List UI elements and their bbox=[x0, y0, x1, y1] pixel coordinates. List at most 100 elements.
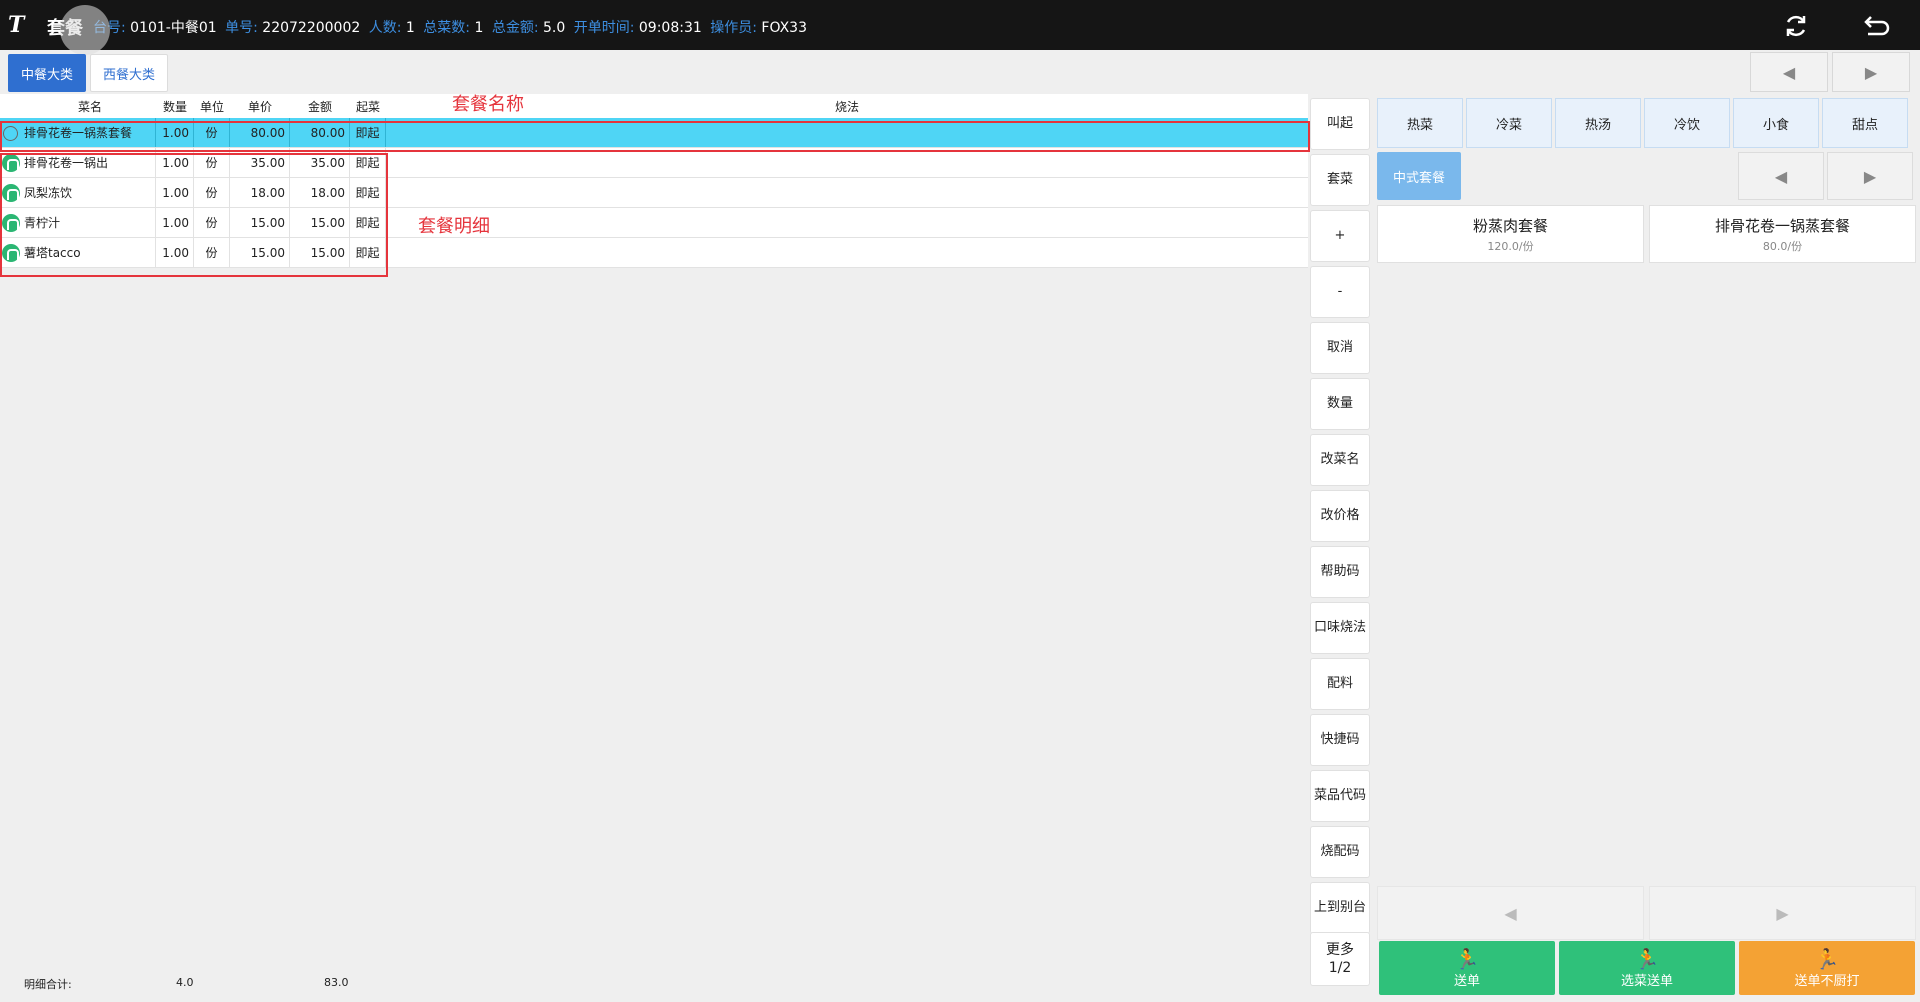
set-menu-button[interactable]: 套菜 bbox=[1310, 154, 1370, 206]
table-no-value: 0101-中餐01 bbox=[130, 20, 217, 36]
operator-value: FOX33 bbox=[761, 20, 807, 36]
dish-icon bbox=[2, 154, 20, 172]
order-no-label: 单号: bbox=[225, 20, 258, 36]
row-amount: 15.00 bbox=[290, 238, 350, 267]
row-price: 15.00 bbox=[230, 208, 290, 237]
send-order-button[interactable]: 🏃 送单 bbox=[1379, 941, 1555, 995]
row-name: 薯塔tacco bbox=[0, 238, 156, 267]
dish-icon bbox=[2, 214, 20, 232]
type-desserts[interactable]: 甜点 bbox=[1822, 98, 1908, 148]
send-no-print-button[interactable]: 🏃 送单不厨打 bbox=[1739, 941, 1915, 995]
decrease-button[interactable]: - bbox=[1310, 266, 1370, 318]
row-amount: 18.00 bbox=[290, 178, 350, 207]
method-code-button[interactable]: 烧配码 bbox=[1310, 826, 1370, 878]
row-unit: 份 bbox=[194, 118, 230, 147]
row-name: 排骨花卷一锅蒸套餐 bbox=[0, 118, 156, 147]
row-name: 青柠汁 bbox=[0, 208, 156, 237]
tab-chinese-food[interactable]: 中餐大类 bbox=[8, 54, 86, 92]
row-method bbox=[386, 118, 1308, 147]
cancel-button[interactable]: 取消 bbox=[1310, 322, 1370, 374]
totals-bar: 明细合计: 4.0 83.0 bbox=[0, 972, 1310, 994]
row-price: 80.00 bbox=[230, 118, 290, 147]
quantity-button[interactable]: 数量 bbox=[1310, 378, 1370, 430]
runner-icon: 🏃 bbox=[1814, 946, 1840, 971]
guest-count-value: 1 bbox=[405, 20, 415, 36]
table-row[interactable]: 青柠汁 1.00 份 15.00 15.00 即起 bbox=[0, 208, 1308, 238]
category-tabs: 中餐大类 西餐大类 bbox=[8, 54, 168, 92]
help-code-button[interactable]: 帮助码 bbox=[1310, 546, 1370, 598]
row-amount: 15.00 bbox=[290, 208, 350, 237]
dish-card[interactable]: 粉蒸肉套餐 120.0/份 bbox=[1377, 205, 1644, 263]
sub-category-row: 中式套餐 bbox=[1377, 152, 1461, 200]
more-button[interactable]: 更多 1/2 bbox=[1310, 932, 1370, 986]
type-cold-drinks[interactable]: 冷饮 bbox=[1644, 98, 1730, 148]
row-name: 排骨花卷一锅出 bbox=[0, 148, 156, 177]
refresh-icon[interactable] bbox=[1778, 10, 1814, 42]
set-detail-annotation: 套餐明细 bbox=[418, 216, 490, 237]
row-price: 35.00 bbox=[230, 148, 290, 177]
row-qty: 1.00 bbox=[156, 118, 194, 147]
sub-category-chinese-set[interactable]: 中式套餐 bbox=[1377, 152, 1461, 200]
dish-name: 排骨花卷一锅蒸套餐 bbox=[1714, 216, 1850, 235]
table-row[interactable]: 排骨花卷一锅出 1.00 份 35.00 35.00 即起 bbox=[0, 148, 1308, 178]
back-icon[interactable] bbox=[1858, 10, 1894, 42]
type-next-button[interactable]: ▶ bbox=[1827, 152, 1913, 200]
row-amount: 35.00 bbox=[290, 148, 350, 177]
col-amount-header: 金额 bbox=[307, 99, 332, 114]
type-prev-button[interactable]: ◀ bbox=[1738, 152, 1824, 200]
type-snacks[interactable]: 小食 bbox=[1733, 98, 1819, 148]
row-name: 凤梨冻饮 bbox=[0, 178, 156, 207]
type-hot-soup[interactable]: 热汤 bbox=[1555, 98, 1641, 148]
row-serve: 即起 bbox=[350, 178, 386, 207]
dish-card[interactable]: 排骨花卷一锅蒸套餐 80.0/份 bbox=[1649, 205, 1916, 263]
open-time-label: 开单时间: bbox=[573, 20, 635, 36]
col-method-header: 烧法 bbox=[834, 99, 859, 114]
dish-price: 120.0/份 bbox=[1487, 239, 1534, 253]
touch-indicator bbox=[60, 5, 110, 55]
dish-prev-button[interactable]: ◀ bbox=[1377, 886, 1644, 940]
hold-button[interactable]: 叫起 bbox=[1310, 98, 1370, 150]
table-row[interactable]: 薯塔tacco 1.00 份 15.00 15.00 即起 bbox=[0, 238, 1308, 268]
send-order-label: 送单 bbox=[1453, 973, 1480, 989]
table-row[interactable]: 凤梨冻饮 1.00 份 18.00 18.00 即起 bbox=[0, 178, 1308, 208]
runner-icon: 🏃 bbox=[1454, 946, 1480, 971]
type-hot-dishes[interactable]: 热菜 bbox=[1377, 98, 1463, 148]
col-serve-header: 起菜 bbox=[355, 99, 380, 114]
dish-icon bbox=[2, 184, 20, 202]
row-price: 15.00 bbox=[230, 238, 290, 267]
flavor-method-button[interactable]: 口味烧法 bbox=[1310, 602, 1370, 654]
rename-button[interactable]: 改菜名 bbox=[1310, 434, 1370, 486]
dish-next-button[interactable]: ▶ bbox=[1649, 886, 1916, 940]
type-cold-dishes[interactable]: 冷菜 bbox=[1466, 98, 1552, 148]
top-bar: T 套餐 台号: 0101-中餐01 单号: 22072200002 人数: 1… bbox=[0, 0, 1920, 55]
action-column: 叫起 套菜 + - 取消 数量 改菜名 改价格 帮助码 口味烧法 配料 快捷码 … bbox=[1310, 98, 1370, 938]
table-row-set[interactable]: 排骨花卷一锅蒸套餐 1.00 份 80.00 80.00 即起 bbox=[0, 118, 1308, 148]
row-unit: 份 bbox=[194, 238, 230, 267]
row-method bbox=[386, 178, 1308, 207]
row-unit: 份 bbox=[194, 148, 230, 177]
order-table-header: 菜名 数量 单位 单价 金额 起菜 烧法 bbox=[0, 94, 1308, 118]
totals-label: 明细合计: bbox=[24, 978, 72, 991]
category-prev-button[interactable]: ◀ bbox=[1750, 52, 1828, 92]
increase-button[interactable]: + bbox=[1310, 210, 1370, 262]
row-amount: 80.00 bbox=[290, 118, 350, 147]
shortcut-code-button[interactable]: 快捷码 bbox=[1310, 714, 1370, 766]
dish-code-button[interactable]: 菜品代码 bbox=[1310, 770, 1370, 822]
operator-label: 操作员: bbox=[710, 20, 757, 36]
totals-qty: 4.0 bbox=[176, 976, 194, 989]
row-unit: 份 bbox=[194, 208, 230, 237]
change-price-button[interactable]: 改价格 bbox=[1310, 490, 1370, 542]
open-time-value: 09:08:31 bbox=[638, 20, 702, 36]
tab-western-food[interactable]: 西餐大类 bbox=[90, 54, 168, 92]
select-send-button[interactable]: 🏃 选菜送单 bbox=[1559, 941, 1735, 995]
order-info: 台号: 0101-中餐01 单号: 22072200002 人数: 1 总菜数:… bbox=[93, 17, 811, 37]
send-no-print-label: 送单不厨打 bbox=[1794, 973, 1860, 989]
more-page: 1/2 bbox=[1328, 960, 1352, 976]
col-name-header: 菜名 bbox=[77, 99, 102, 114]
send-buttons: 🏃 送单 🏃 选菜送单 🏃 送单不厨打 bbox=[1379, 941, 1915, 995]
total-amount-value: 5.0 bbox=[543, 20, 566, 36]
runner-icon: 🏃 bbox=[1634, 946, 1660, 971]
category-next-button[interactable]: ▶ bbox=[1832, 52, 1910, 92]
ingredients-button[interactable]: 配料 bbox=[1310, 658, 1370, 710]
serve-other-table-button[interactable]: 上到别台 bbox=[1310, 882, 1370, 934]
